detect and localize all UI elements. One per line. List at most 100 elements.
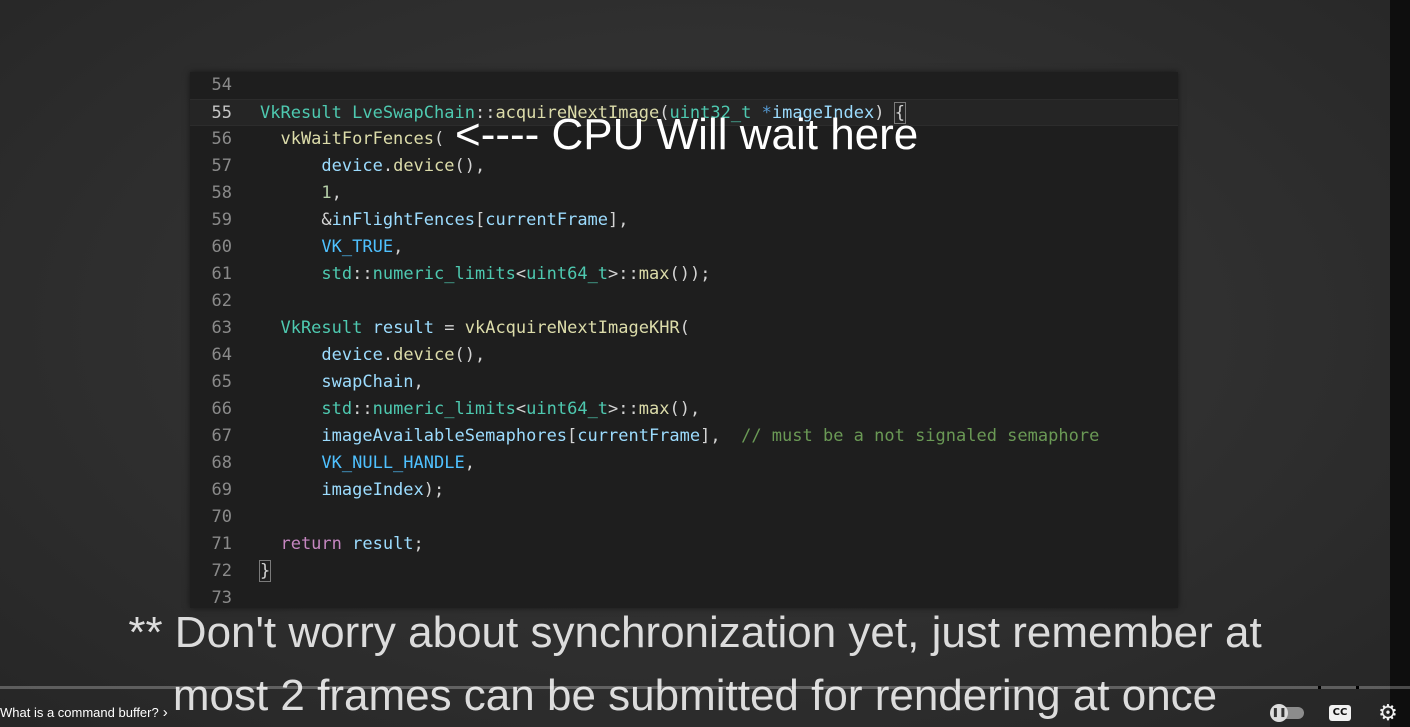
code-line: 65 swapChain, bbox=[190, 369, 1178, 396]
code-token: inFlightFences bbox=[331, 210, 475, 230]
code-text: return result; bbox=[260, 531, 423, 558]
autoplay-toggle[interactable]: ❚❚ bbox=[1270, 702, 1305, 724]
code-token: return bbox=[260, 534, 353, 554]
code-token: ], bbox=[700, 426, 742, 446]
code-token: imageAvailableSemaphores bbox=[260, 426, 568, 446]
code-token: device bbox=[393, 156, 455, 176]
code-token: , bbox=[464, 453, 475, 473]
line-number: 68 bbox=[211, 453, 232, 473]
code-token: . bbox=[382, 345, 394, 365]
line-number: 66 bbox=[211, 399, 232, 419]
line-number: 65 bbox=[211, 372, 232, 392]
line-number: 67 bbox=[211, 426, 232, 446]
line-number: 57 bbox=[211, 156, 232, 176]
code-token: ); bbox=[423, 480, 445, 500]
code-line: 68 VK_NULL_HANDLE, bbox=[190, 450, 1178, 477]
code-token: < bbox=[515, 264, 527, 284]
pause-icon: ❚❚ bbox=[1270, 704, 1288, 722]
code-token: uint64_t bbox=[526, 264, 609, 284]
autoplay-track: ❚❚ bbox=[1270, 704, 1304, 722]
code-token: (), bbox=[669, 399, 701, 419]
annotation-overlay: <---- CPU Will wait here bbox=[455, 110, 919, 159]
code-text: VkResult result = vkAcquireNextImageKHR( bbox=[260, 315, 690, 342]
line-number: 70 bbox=[211, 507, 232, 527]
code-text: imageIndex); bbox=[260, 477, 444, 504]
code-token: (), bbox=[454, 345, 486, 365]
code-token: :: bbox=[352, 399, 373, 419]
code-line: 54 bbox=[190, 72, 1178, 99]
code-token: = bbox=[434, 318, 465, 338]
chevron-right-icon: › bbox=[162, 704, 168, 721]
code-text: } bbox=[258, 558, 272, 585]
code-text: vkWaitForFences( bbox=[260, 126, 444, 153]
code-token: , bbox=[393, 237, 404, 257]
code-text: &inFlightFences[currentFrame], bbox=[260, 207, 629, 234]
code-text: std::numeric_limits<uint64_t>::max()); bbox=[260, 261, 710, 288]
code-token: , bbox=[413, 372, 424, 392]
code-line: 62 bbox=[190, 288, 1178, 315]
line-number: 60 bbox=[211, 237, 232, 257]
captions-button[interactable]: CC bbox=[1327, 702, 1353, 724]
code-line: 58 1, bbox=[190, 180, 1178, 207]
code-token: :: bbox=[352, 264, 373, 284]
code-token: >:: bbox=[608, 399, 639, 419]
code-line: 61 std::numeric_limits<uint64_t>::max())… bbox=[190, 261, 1178, 288]
code-line: 60 VK_TRUE, bbox=[190, 234, 1178, 261]
settings-button[interactable]: ⚙ bbox=[1376, 700, 1400, 726]
code-line: 70 bbox=[190, 504, 1178, 531]
chapter-title-button[interactable]: What is a command buffer? › bbox=[0, 703, 168, 723]
code-token: device bbox=[260, 345, 383, 365]
code-line: 72} bbox=[190, 558, 1178, 585]
code-token: numeric_limits bbox=[372, 264, 516, 284]
line-number: 59 bbox=[211, 210, 232, 230]
code-token: vkAcquireNextImageKHR bbox=[464, 318, 680, 338]
code-token: std bbox=[260, 264, 353, 284]
code-text: VK_TRUE, bbox=[260, 234, 403, 261]
chapter-marker bbox=[1318, 686, 1321, 689]
code-token: vkWaitForFences bbox=[260, 129, 434, 149]
code-token: [ bbox=[474, 210, 486, 230]
code-token: VK_NULL_HANDLE bbox=[260, 453, 465, 473]
code-token: swapChain bbox=[260, 372, 414, 392]
caption-line-2: most 2 frames can be submitted for rende… bbox=[172, 671, 1218, 720]
chapter-marker bbox=[1356, 686, 1359, 689]
code-text: swapChain, bbox=[260, 369, 424, 396]
code-text: 1, bbox=[260, 180, 342, 207]
code-token: device bbox=[393, 345, 455, 365]
code-token: max bbox=[638, 399, 670, 419]
code-line: 67 imageAvailableSemaphores[currentFrame… bbox=[190, 423, 1178, 450]
code-token: , bbox=[331, 183, 342, 203]
code-line: 59 &inFlightFences[currentFrame], bbox=[190, 207, 1178, 234]
line-number: 69 bbox=[211, 480, 232, 500]
code-token: & bbox=[260, 210, 332, 230]
code-text: std::numeric_limits<uint64_t>::max(), bbox=[260, 396, 700, 423]
code-token: ], bbox=[608, 210, 629, 230]
gear-icon: ⚙ bbox=[1378, 700, 1398, 726]
progress-bar[interactable] bbox=[0, 686, 1410, 689]
line-number: 62 bbox=[211, 291, 232, 311]
code-line: 63 VkResult result = vkAcquireNextImageK… bbox=[190, 315, 1178, 342]
line-number: 58 bbox=[211, 183, 232, 203]
code-token: device bbox=[260, 156, 383, 176]
code-text: device.device(), bbox=[260, 153, 485, 180]
line-number: 64 bbox=[211, 345, 232, 365]
code-line: 69 imageIndex); bbox=[190, 477, 1178, 504]
code-token: < bbox=[515, 399, 527, 419]
code-line: 66 std::numeric_limits<uint64_t>::max(), bbox=[190, 396, 1178, 423]
code-token: } bbox=[258, 560, 272, 582]
code-token: result bbox=[352, 534, 414, 554]
code-token: currentFrame bbox=[485, 210, 609, 230]
code-token: VkResult bbox=[260, 103, 353, 123]
code-token: imageIndex bbox=[260, 480, 424, 500]
line-number: 56 bbox=[211, 129, 232, 149]
code-token: . bbox=[382, 156, 394, 176]
code-token: [ bbox=[567, 426, 578, 446]
code-line: 71 return result; bbox=[190, 531, 1178, 558]
code-text: device.device(), bbox=[260, 342, 485, 369]
code-token: numeric_limits bbox=[372, 399, 516, 419]
code-token: 1 bbox=[260, 183, 332, 203]
chapter-title: What is a command buffer? bbox=[0, 705, 159, 720]
code-token: VK_TRUE bbox=[260, 237, 394, 257]
line-number: 72 bbox=[211, 561, 232, 581]
code-token: ( bbox=[679, 318, 690, 338]
